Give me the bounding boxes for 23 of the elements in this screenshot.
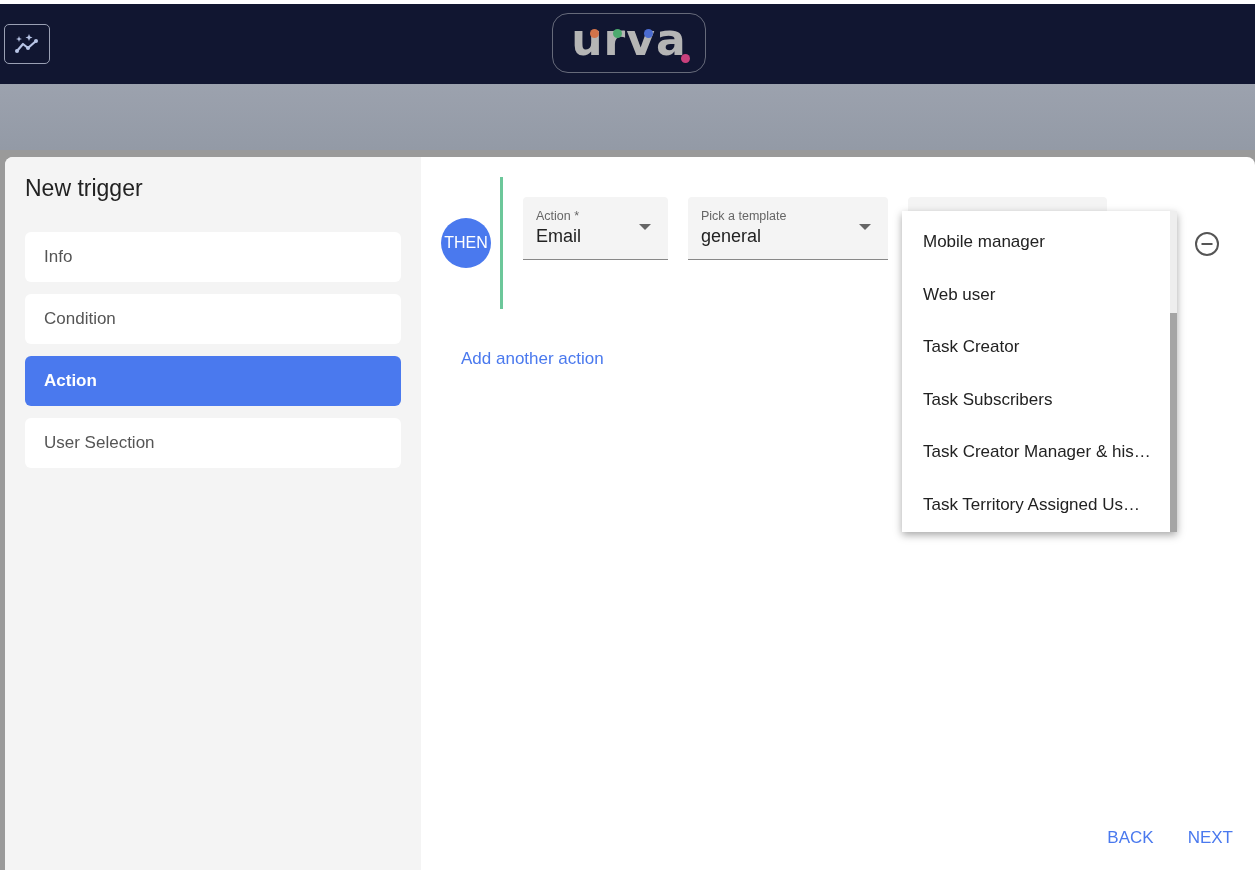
step-tab[interactable]: User Selection [25, 418, 401, 468]
select-field[interactable]: Action * Email [523, 197, 668, 260]
menu-item[interactable]: Task Creator Manager & his… [902, 426, 1170, 479]
menu-item[interactable]: Task Territory Assigned Us… [902, 478, 1170, 531]
step-tab[interactable]: Action [25, 356, 401, 406]
menu-item[interactable]: Task Creator [902, 321, 1170, 374]
dialog-title: New trigger [25, 175, 144, 202]
next-button[interactable]: NEXT [1173, 822, 1247, 854]
back-button[interactable]: BACK [1093, 822, 1168, 854]
caret-icon [859, 224, 871, 230]
menu-item[interactable]: Task Subscribers [902, 373, 1170, 426]
select-field[interactable]: Pick a template general [688, 197, 888, 260]
sparkle-chart-icon [14, 33, 40, 55]
menu-item[interactable]: Web user [902, 268, 1170, 321]
menu-item[interactable]: Mobile manager [902, 216, 1170, 269]
caret-icon [639, 224, 651, 230]
scrollbar-thumb[interactable] [1170, 313, 1177, 532]
sparkle-chart-button[interactable] [4, 24, 50, 64]
remove-icon[interactable] [1194, 231, 1220, 257]
step-tab[interactable]: Info [25, 232, 401, 282]
step-tab[interactable]: Condition [25, 294, 401, 344]
add-action-link[interactable]: Add another action [461, 349, 604, 369]
then-badge: THEN [441, 218, 491, 268]
